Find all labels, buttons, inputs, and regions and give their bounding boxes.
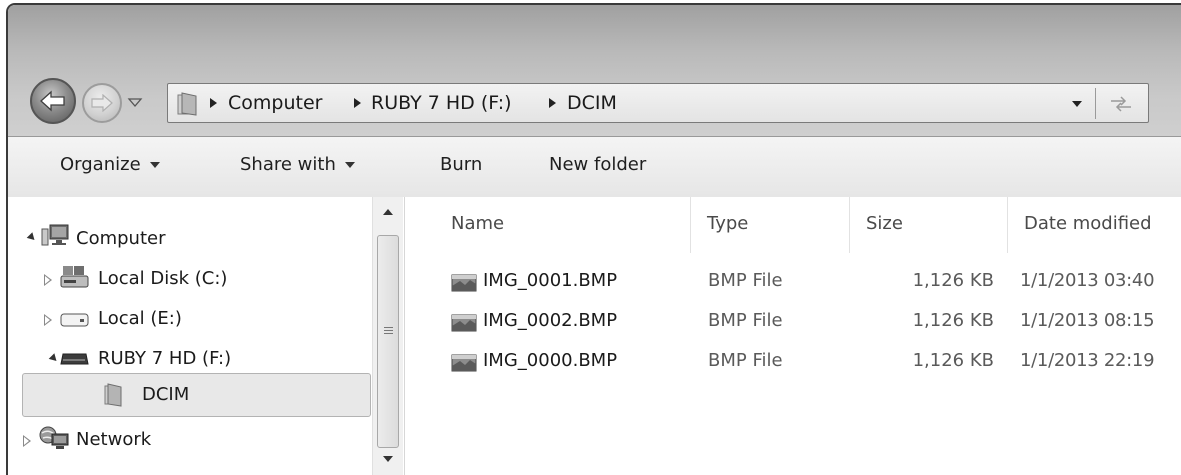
folder-icon (104, 383, 122, 407)
file-name: IMG_0002.BMP (483, 310, 618, 331)
collapsed-arrow-icon[interactable] (44, 314, 52, 326)
column-header-date[interactable]: Date modified (1024, 213, 1152, 234)
network-icon (39, 426, 69, 449)
organize-button[interactable]: Organize (60, 154, 160, 175)
forward-arrow-icon (91, 94, 113, 112)
table-row[interactable]: IMG_0002.BMP BMP File 1,126 KB 1/1/2013 … (405, 303, 1181, 343)
file-size: 1,126 KB (912, 270, 994, 291)
title-bar: Computer RUBY 7 HD (F:) DCIM (8, 5, 1181, 136)
column-header-type[interactable]: Type (707, 213, 748, 234)
breadcrumb-arrow[interactable] (549, 98, 556, 108)
address-separator (1095, 88, 1096, 119)
nav-computer[interactable]: Computer (76, 228, 165, 249)
table-row[interactable]: IMG_0001.BMP BMP File 1,126 KB 1/1/2013 … (405, 263, 1181, 303)
file-date: 1/1/2013 22:19 (1020, 350, 1155, 371)
navigation-pane: Computer Local Disk (C:) Local (E:) RUBY… (8, 197, 405, 475)
column-header-name[interactable]: Name (451, 213, 504, 234)
breadcrumb-dcim[interactable]: DCIM (567, 92, 617, 114)
nav-ruby-drive[interactable]: RUBY 7 HD (F:) (98, 348, 231, 369)
column-divider[interactable] (690, 197, 691, 253)
new-folder-button[interactable]: New folder (549, 154, 646, 175)
back-arrow-icon (40, 90, 65, 112)
nav-dcim[interactable]: DCIM (142, 384, 189, 405)
file-size: 1,126 KB (912, 350, 994, 371)
bitmap-file-icon (451, 314, 477, 332)
thumb-grip (384, 330, 393, 331)
organize-label: Organize (60, 154, 141, 175)
refresh-icon[interactable] (1108, 93, 1134, 115)
computer-icon (41, 224, 69, 246)
nav-network[interactable]: Network (76, 429, 151, 450)
breadcrumb-arrow[interactable] (354, 98, 361, 108)
file-date: 1/1/2013 08:15 (1020, 310, 1155, 331)
breadcrumb-computer[interactable]: Computer (228, 92, 322, 114)
scroll-up-icon[interactable] (383, 209, 393, 215)
thumb-grip (384, 327, 393, 328)
column-divider[interactable] (849, 197, 850, 253)
column-divider[interactable] (1007, 197, 1008, 253)
share-with-label: Share with (240, 154, 336, 175)
scrollbar-thumb[interactable] (377, 235, 399, 448)
burn-button[interactable]: Burn (440, 154, 482, 175)
file-size: 1,126 KB (912, 310, 994, 331)
back-button[interactable] (30, 78, 76, 124)
chevron-down-icon (344, 162, 355, 168)
breadcrumb-arrow[interactable] (210, 98, 217, 108)
file-type: BMP File (708, 310, 783, 331)
file-date: 1/1/2013 03:40 (1020, 270, 1155, 291)
thumb-grip (384, 333, 393, 334)
expand-arrow-icon[interactable] (26, 232, 38, 243)
recent-pages-dropdown[interactable] (127, 94, 143, 110)
drive-icon (60, 313, 89, 327)
breadcrumb-ruby[interactable]: RUBY 7 HD (F:) (371, 92, 512, 114)
file-name: IMG_0000.BMP (483, 350, 618, 371)
collapsed-arrow-icon[interactable] (23, 435, 31, 447)
address-dropdown-icon[interactable] (1072, 101, 1082, 107)
file-type: BMP File (708, 350, 783, 371)
nav-local-disk-c[interactable]: Local Disk (C:) (98, 268, 227, 289)
drive-icon (60, 266, 89, 288)
table-row[interactable]: IMG_0000.BMP BMP File 1,126 KB 1/1/2013 … (405, 343, 1181, 383)
share-with-button[interactable]: Share with (240, 154, 355, 175)
folder-icon (177, 92, 197, 116)
expand-arrow-icon[interactable] (48, 353, 60, 364)
column-header-size[interactable]: Size (866, 213, 903, 234)
selected-highlight (22, 373, 371, 417)
chevron-down-icon (149, 162, 160, 168)
nav-scrollbar[interactable] (372, 197, 403, 475)
scroll-down-icon[interactable] (383, 456, 393, 462)
file-name: IMG_0001.BMP (483, 270, 618, 291)
file-list: Name Type Size Date modified IMG_0001.BM… (405, 197, 1181, 475)
forward-button[interactable] (82, 83, 122, 123)
bitmap-file-icon (451, 274, 477, 292)
nav-local-e[interactable]: Local (E:) (98, 308, 182, 329)
bitmap-file-icon (451, 354, 477, 372)
address-bar[interactable]: Computer RUBY 7 HD (F:) DCIM (167, 83, 1149, 123)
command-bar: Organize Share with Burn New folder (8, 136, 1181, 198)
collapsed-arrow-icon[interactable] (44, 274, 52, 286)
file-type: BMP File (708, 270, 783, 291)
drive-icon (60, 353, 89, 365)
explorer-window: Computer RUBY 7 HD (F:) DCIM Organize Sh… (6, 3, 1181, 475)
